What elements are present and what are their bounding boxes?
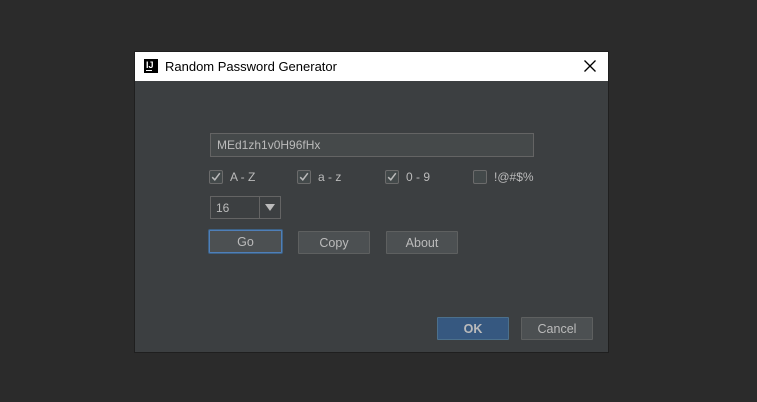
password-output-field[interactable]: MEd1zh1v0H96fHx [210,133,534,157]
go-button[interactable]: Go [209,230,282,253]
checkmark-icon [299,172,309,181]
close-icon [584,60,596,72]
uppercase-checkbox[interactable]: A - Z [209,169,255,185]
dialog-titlebar: IJ Random Password Generator [135,52,608,81]
checkmark-icon [211,172,221,181]
app-icon-letters: IJ [146,60,154,70]
intellij-app-icon: IJ [144,59,158,73]
dialog-title: Random Password Generator [165,59,337,74]
checkbox-box[interactable] [385,170,399,184]
lowercase-label: a - z [318,170,342,184]
checkmark-icon [387,172,397,181]
symbols-label: !@#$% [494,170,534,184]
length-dropdown[interactable]: 16 [210,196,281,219]
checkbox-box[interactable] [473,170,487,184]
digits-checkbox[interactable]: 0 - 9 [385,169,430,185]
about-button[interactable]: About [386,231,458,254]
checkbox-box[interactable] [209,170,223,184]
length-value: 16 [216,201,230,215]
dropdown-arrow-button[interactable] [259,197,280,218]
close-button[interactable] [578,55,602,77]
cancel-button[interactable]: Cancel [521,317,593,340]
uppercase-label: A - Z [230,170,256,184]
symbols-checkbox[interactable]: !@#$% [473,169,534,185]
password-generator-dialog: IJ Random Password Generator MEd1zh1v0H9… [135,52,608,352]
digits-label: 0 - 9 [406,170,431,184]
lowercase-checkbox[interactable]: a - z [297,169,341,185]
copy-button[interactable]: Copy [298,231,370,254]
ok-button[interactable]: OK [437,317,509,340]
checkbox-box[interactable] [297,170,311,184]
triangle-down-icon [265,204,275,211]
